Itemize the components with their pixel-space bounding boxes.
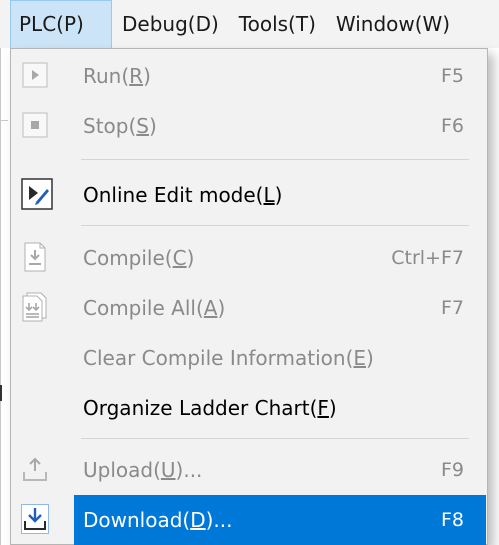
download-icon (20, 503, 50, 535)
menu-item-clear-compile-information[interactable]: Clear Compile Information(E) (12, 333, 486, 383)
compile-all-shortcut: F7 (440, 297, 464, 319)
clear-compile-label: Clear Compile Information(E) (83, 346, 374, 370)
menu-separator (81, 438, 469, 439)
menu-plc[interactable]: PLC(P) (10, 0, 112, 48)
stop-label: Stop(S) (83, 114, 157, 138)
upload-shortcut: F9 (440, 459, 464, 481)
menu-separator (81, 159, 469, 160)
screen: PLC(P) Debug(D) Tools(T) Window(W) Run(R… (0, 0, 499, 545)
menu-bar: PLC(P) Debug(D) Tools(T) Window(W) (0, 0, 499, 48)
menu-tools[interactable]: Tools(T) (229, 0, 326, 48)
editor-border (0, 48, 1, 545)
compile-shortcut: Ctrl+F7 (391, 247, 464, 269)
compile-all-icon (20, 291, 50, 323)
menu-debug[interactable]: Debug(D) (112, 0, 229, 48)
menu-plc-label: PLC(P) (19, 12, 84, 36)
online-edit-label: Online Edit mode(L) (83, 183, 283, 207)
online-edit-icon (21, 177, 53, 211)
editor-cursor-mark (0, 385, 2, 401)
stop-icon (20, 109, 50, 141)
menu-item-online-edit[interactable]: Online Edit mode(L) (12, 170, 486, 220)
download-label: Download(D)... (83, 508, 233, 532)
menu-separator (81, 225, 469, 226)
editor-rule (0, 120, 8, 121)
play-icon (20, 59, 50, 91)
menu-item-run[interactable]: Run(R) F5 (12, 51, 486, 101)
upload-label: Upload(U)... (83, 458, 203, 482)
menu-item-compile-all[interactable]: Compile All(A) F7 (12, 283, 486, 333)
menu-item-download[interactable]: Download(D)... F8 (12, 495, 486, 545)
run-label: Run(R) (83, 64, 151, 88)
menu-item-organize-ladder-chart[interactable]: Organize Ladder Chart(F) (12, 383, 486, 433)
run-shortcut: F5 (440, 65, 464, 87)
menu-debug-label: Debug(D) (122, 12, 219, 36)
plc-dropdown-menu: Run(R) F5 Stop(S) F6 Online Edit mode(L)… (10, 48, 488, 545)
menu-tools-label: Tools(T) (238, 12, 316, 36)
download-shortcut: F8 (440, 509, 464, 531)
upload-icon (20, 453, 50, 485)
stop-shortcut: F6 (440, 115, 464, 137)
compile-icon (20, 241, 50, 273)
menu-item-stop[interactable]: Stop(S) F6 (12, 101, 486, 151)
menu-window-label: Window(W) (335, 12, 451, 36)
compile-all-label: Compile All(A) (83, 296, 226, 320)
compile-label: Compile(C) (83, 246, 195, 270)
menu-item-compile[interactable]: Compile(C) Ctrl+F7 (12, 233, 486, 283)
organize-label: Organize Ladder Chart(F) (83, 396, 337, 420)
menu-window[interactable]: Window(W) (326, 0, 450, 48)
menu-item-upload[interactable]: Upload(U)... F9 (12, 445, 486, 495)
